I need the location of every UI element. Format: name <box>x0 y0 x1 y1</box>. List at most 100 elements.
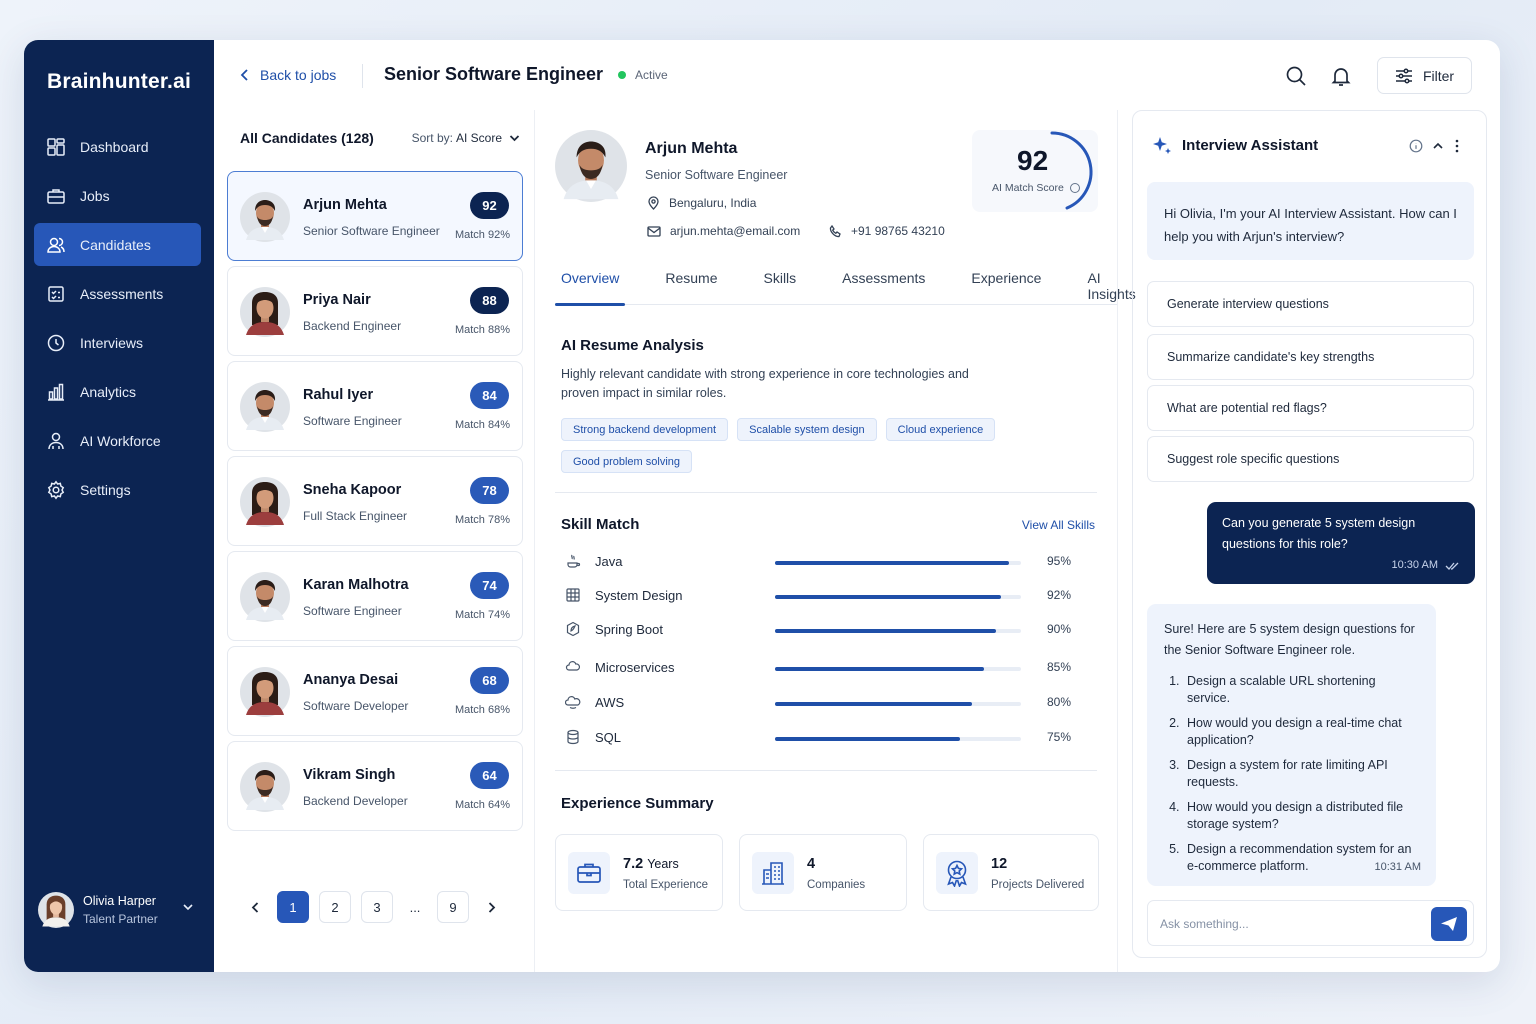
candidate-card[interactable]: Arjun Mehta Senior Software Engineer 92 … <box>227 171 523 261</box>
message-time: 10:30 AM <box>1392 555 1460 576</box>
list-item: Design a scalable URL shortening service… <box>1183 673 1419 707</box>
sidebar-item-assessments[interactable]: Assessments <box>34 272 201 315</box>
chevron-down-icon[interactable] <box>181 900 195 914</box>
sidebar-item-candidates[interactable]: Candidates <box>34 223 201 266</box>
tab-assessments[interactable]: Assessments <box>836 270 931 305</box>
match-text: Match 84% <box>454 419 510 431</box>
candidate-role: Backend Engineer <box>303 319 402 333</box>
info-icon[interactable] <box>1409 139 1423 153</box>
skill-row: AWS 80% <box>561 691 1081 715</box>
sidebar-item-analytics[interactable]: Analytics <box>34 370 201 413</box>
chevron-up-icon[interactable] <box>1431 139 1445 153</box>
candidate-role: Software Developer <box>303 699 409 713</box>
candidate-role: Software Engineer <box>303 604 402 618</box>
strength-chip: Scalable system design <box>737 418 877 441</box>
profile-phone[interactable]: +91 98765 43210 <box>829 224 945 238</box>
interview-assistant-panel: Interview Assistant Hi Olivia, I'm your … <box>1132 110 1487 958</box>
candidate-card[interactable]: Rahul Iyer Software Engineer 84 Match 84… <box>227 361 523 451</box>
gear-icon <box>47 480 65 499</box>
experience-card: 12 Projects Delivered <box>923 834 1099 911</box>
user-role: Talent Partner <box>83 912 158 926</box>
page-button[interactable]: 1 <box>277 891 309 923</box>
suggestion-button[interactable]: What are potential red flags? <box>1147 385 1474 431</box>
prev-page-button[interactable] <box>243 891 267 923</box>
divider <box>555 770 1097 771</box>
tab-overview[interactable]: Overview <box>555 270 626 306</box>
clock-icon <box>47 334 65 351</box>
match-text: Match 68% <box>454 704 510 716</box>
sidebar-item-interviews[interactable]: Interviews <box>34 321 201 364</box>
search-icon[interactable] <box>1284 64 1308 88</box>
strength-chip: Cloud experience <box>885 418 996 441</box>
score-badge: 64 <box>470 762 509 789</box>
candidate-card[interactable]: Ananya Desai Software Developer 68 Match… <box>227 646 523 736</box>
skill-bar-fill <box>775 702 972 706</box>
send-button[interactable] <box>1431 907 1467 941</box>
skill-row: Spring Boot 90% <box>561 618 1081 642</box>
skill-bar-fill <box>775 595 1002 599</box>
sidebar-item-dashboard[interactable]: Dashboard <box>34 125 201 168</box>
database-icon <box>567 729 579 745</box>
filter-button[interactable]: Filter <box>1377 57 1472 94</box>
skill-percent: 80% <box>1047 695 1072 709</box>
candidate-card[interactable]: Vikram Singh Backend Developer 64 Match … <box>227 741 523 831</box>
building-icon <box>752 852 794 894</box>
ask-input-box <box>1147 900 1474 946</box>
experience-label: Total Experience <box>623 879 709 891</box>
sidebar-item-label: Interviews <box>80 334 144 351</box>
chevron-left-icon <box>240 69 248 81</box>
skill-name: Spring Boot <box>595 622 663 637</box>
page-button[interactable]: 2 <box>319 891 351 923</box>
sidebar-item-settings[interactable]: Settings <box>34 468 201 511</box>
experience-card: 7.2 Years Total Experience <box>555 834 723 911</box>
view-all-skills-link[interactable]: View All Skills <box>1022 518 1095 532</box>
candidate-list-panel: All Candidates (128) Sort by: AI Score A… <box>214 110 534 972</box>
profile-email[interactable]: arjun.mehta@email.com <box>647 224 800 238</box>
suggestion-button[interactable]: Summarize candidate's key strengths <box>1147 334 1474 380</box>
info-icon[interactable] <box>1070 183 1080 193</box>
experience-label: Projects Delivered <box>991 879 1085 891</box>
skill-bar-fill <box>775 737 960 741</box>
candidate-card[interactable]: Priya Nair Backend Engineer 88 Match 88% <box>227 266 523 356</box>
avatar <box>240 762 290 812</box>
avatar <box>240 192 290 242</box>
team-icon <box>48 432 64 449</box>
sort-dropdown[interactable]: Sort by: AI Score <box>412 131 520 145</box>
java-icon <box>567 554 581 568</box>
candidate-card[interactable]: Karan Malhotra Software Engineer 74 Matc… <box>227 551 523 641</box>
skill-row: Java 95% <box>561 550 1081 574</box>
candidate-card[interactable]: Sneha Kapoor Full Stack Engineer 78 Matc… <box>227 456 523 546</box>
experience-card: 4 Companies <box>739 834 907 911</box>
skill-percent: 75% <box>1047 730 1072 744</box>
more-vertical-icon[interactable] <box>1454 139 1460 153</box>
tab-resume[interactable]: Resume <box>659 270 723 305</box>
avatar <box>240 287 290 337</box>
skill-bar <box>775 702 1021 706</box>
suggestion-button[interactable]: Generate interview questions <box>1147 281 1474 327</box>
match-text: Match 74% <box>454 609 510 621</box>
candidate-name: Karan Malhotra <box>303 577 409 593</box>
back-to-jobs-link[interactable]: Back to jobs <box>240 67 336 83</box>
chevron-left-icon <box>251 901 258 913</box>
next-page-button[interactable] <box>479 891 503 923</box>
send-icon <box>1441 917 1457 931</box>
tab-experience[interactable]: Experience <box>965 270 1047 305</box>
app-window: Brainhunter.ai Dashboard Jobs Candidates… <box>24 40 1500 972</box>
user-menu[interactable]: Olivia Harper Talent Partner <box>38 888 203 932</box>
sidebar-item-jobs[interactable]: Jobs <box>34 174 201 217</box>
skill-percent: 85% <box>1047 660 1072 674</box>
ask-input[interactable] <box>1160 913 1410 935</box>
skill-bar <box>775 561 1021 565</box>
tab-skills[interactable]: Skills <box>758 270 803 305</box>
ai-resume-analysis-text: Highly relevant candidate with strong ex… <box>561 367 969 400</box>
page-button[interactable]: 9 <box>437 891 469 923</box>
assistant-greeting: Hi Olivia, I'm your AI Interview Assista… <box>1147 182 1474 260</box>
assistant-reply-bubble: Sure! Here are 5 system design questions… <box>1147 604 1436 886</box>
suggestion-button[interactable]: Suggest role specific questions <box>1147 436 1474 482</box>
bell-icon[interactable] <box>1329 64 1353 88</box>
page-button[interactable]: 3 <box>361 891 393 923</box>
skill-name: AWS <box>595 695 625 710</box>
sidebar-item-label: Analytics <box>80 383 137 400</box>
match-text: Match 78% <box>454 514 510 526</box>
sidebar-item-ai-workforce[interactable]: AI Workforce <box>34 419 201 462</box>
